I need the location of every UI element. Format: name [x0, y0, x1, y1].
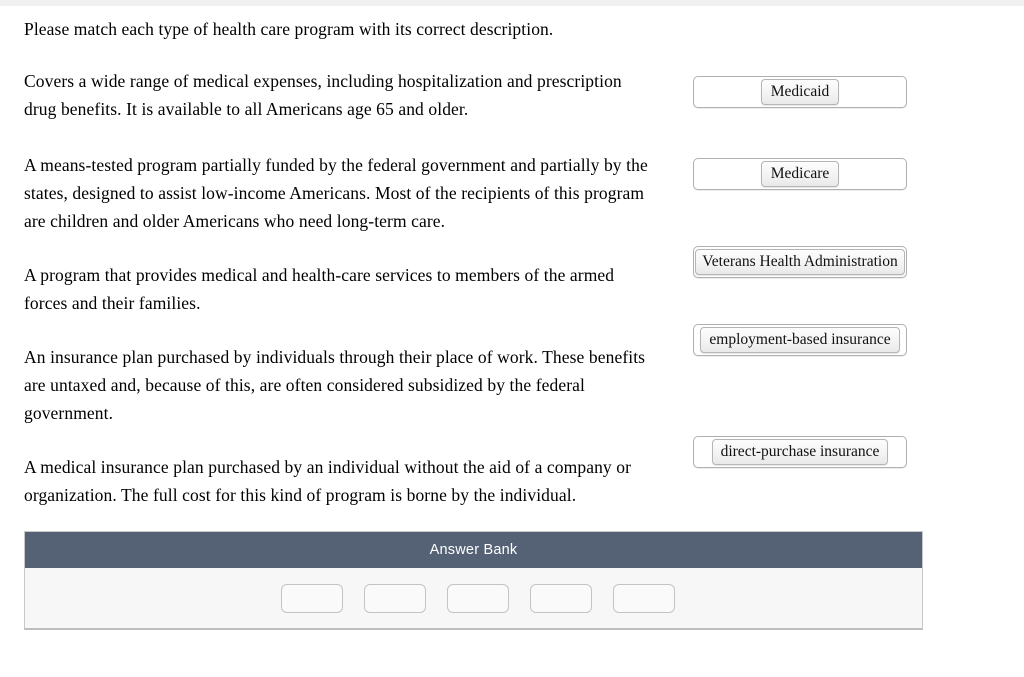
description-item-5: A medical insurance plan purchased by an…	[24, 457, 632, 505]
drop-zone-1[interactable]: Medicaid	[693, 76, 907, 108]
description-item-1: Covers a wide range of medical expenses,…	[24, 71, 622, 119]
page-title: Please match each type of health care pr…	[24, 19, 554, 39]
drop-zone-3[interactable]: Veterans Health Administration	[693, 246, 907, 278]
drop-zone-4[interactable]: employment-based insurance	[693, 324, 907, 356]
descriptions-column: Please match each type of health care pr…	[24, 6, 684, 505]
answer-bank-slot[interactable]	[280, 583, 343, 613]
answer-bank-slot[interactable]	[363, 583, 426, 613]
answer-bank-slot-list	[25, 568, 922, 628]
answer-bank-body[interactable]	[25, 568, 922, 628]
answer-bank-slot[interactable]	[529, 583, 592, 613]
drop-zone-5[interactable]: direct-purchase insurance	[693, 436, 907, 468]
answer-token-direct-purchase-insurance[interactable]: direct-purchase insurance	[711, 439, 889, 465]
answer-token-medicaid[interactable]: Medicaid	[760, 79, 840, 105]
drop-zone-2[interactable]: Medicare	[693, 158, 907, 190]
description-item-2: A means-tested program partially funded …	[24, 155, 648, 231]
answer-bank-title: Answer Bank	[25, 532, 922, 568]
answer-bank-slot[interactable]	[612, 583, 675, 613]
answer-bank-slot[interactable]	[446, 583, 509, 613]
answer-bank-panel: Answer Bank	[24, 531, 923, 630]
question-page: Please match each type of health care pr…	[0, 6, 1024, 677]
answer-token-veterans-health-administration[interactable]: Veterans Health Administration	[695, 249, 905, 275]
description-item-3: A program that provides medical and heal…	[24, 265, 615, 313]
answer-token-medicare[interactable]: Medicare	[760, 161, 840, 187]
description-item-4: An insurance plan purchased by individua…	[24, 347, 646, 423]
answer-token-employment-based-insurance[interactable]: employment-based insurance	[700, 327, 900, 353]
